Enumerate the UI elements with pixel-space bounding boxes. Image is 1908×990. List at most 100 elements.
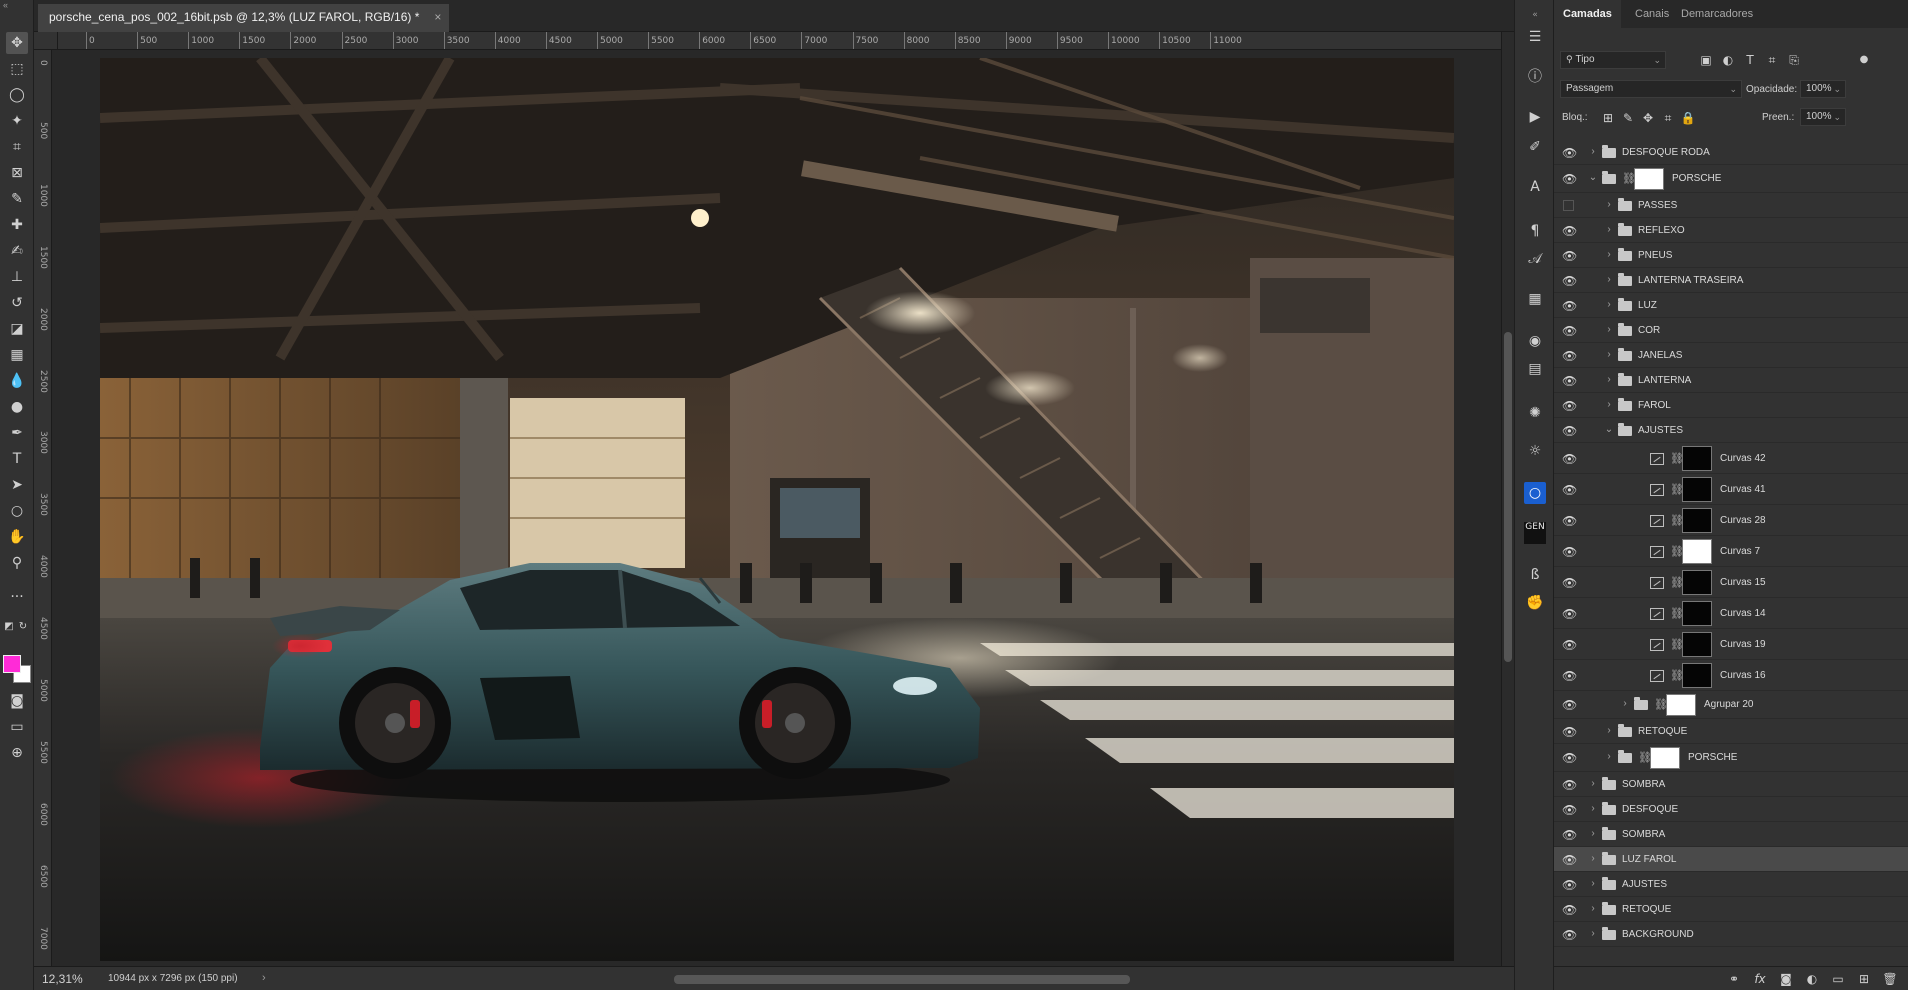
layer-row[interactable]: 👁 › LANTERNA: [1554, 368, 1908, 393]
tab-canais[interactable]: Canais: [1626, 0, 1678, 28]
visibility-eye-icon[interactable]: 👁: [1562, 904, 1577, 916]
marquee-tool-icon[interactable]: ⬚: [6, 58, 28, 80]
healing-tool-icon[interactable]: ✚: [6, 214, 28, 236]
add-mask-icon[interactable]: ◙: [1778, 971, 1794, 987]
layer-mask-thumbnail[interactable]: [1682, 632, 1712, 657]
layer-row[interactable]: 👁 › LUZ: [1554, 293, 1908, 318]
patterns-panel-icon[interactable]: ▤: [1524, 358, 1546, 380]
layer-row[interactable]: 👁 › LUZ FAROL: [1554, 847, 1908, 872]
visibility-eye-icon[interactable]: 👁: [1562, 173, 1577, 185]
default-colors-icon[interactable]: ◩: [2, 616, 16, 638]
tab-camadas[interactable]: Camadas: [1554, 0, 1621, 28]
stamp-tool-icon[interactable]: ⊥: [6, 266, 28, 288]
filter-toggle-icon[interactable]: ●: [1856, 52, 1872, 68]
visibility-eye-icon[interactable]: 👁: [1562, 929, 1577, 941]
visibility-eye-icon[interactable]: 👁: [1562, 829, 1577, 841]
layer-row[interactable]: 👁 › ⛓ PORSCHE: [1554, 744, 1908, 772]
layer-row[interactable]: 👁 ⛓ Curvas 19: [1554, 629, 1908, 660]
chevron-right-icon[interactable]: ›: [1604, 249, 1614, 260]
chevron-right-icon[interactable]: ›: [1604, 399, 1614, 410]
mask-link-icon[interactable]: ⛓: [1670, 607, 1684, 620]
visibility-eye-icon[interactable]: 👁: [1562, 425, 1577, 437]
lock-position-icon[interactable]: ✥: [1640, 110, 1656, 126]
generative-icon[interactable]: ⊕: [6, 742, 28, 764]
canvas-area[interactable]: [52, 50, 1501, 966]
chevron-right-icon[interactable]: ›: [1588, 928, 1598, 939]
plugin-gen-icon[interactable]: GEN: [1524, 522, 1546, 544]
character-panel-icon[interactable]: A: [1524, 176, 1546, 198]
visibility-eye-icon[interactable]: 👁: [1562, 225, 1577, 237]
dodge-tool-icon[interactable]: ●: [6, 396, 28, 418]
visibility-eye-icon[interactable]: 👁: [1562, 854, 1577, 866]
layer-row[interactable]: 👁 ⛓ Curvas 41: [1554, 474, 1908, 505]
visibility-eye-icon[interactable]: 👁: [1562, 546, 1577, 558]
visibility-eye-icon[interactable]: 👁: [1562, 515, 1577, 527]
screen-mode-icon[interactable]: ▭: [6, 716, 28, 738]
visibility-eye-icon[interactable]: 👁: [1562, 300, 1577, 312]
chevron-right-icon[interactable]: ›: [1620, 698, 1630, 709]
layer-mask-thumbnail[interactable]: [1682, 539, 1712, 564]
move-tool-icon[interactable]: ✥: [6, 32, 28, 54]
visibility-eye-icon[interactable]: 👁: [1562, 752, 1577, 764]
eraser-tool-icon[interactable]: ◪: [6, 318, 28, 340]
brush-tool-icon[interactable]: ✍: [6, 240, 28, 262]
layer-row[interactable]: 👁 › RETOQUE: [1554, 897, 1908, 922]
magic-wand-tool-icon[interactable]: ✦: [6, 110, 28, 132]
mask-link-icon[interactable]: ⛓: [1670, 576, 1684, 589]
lock-artboard-icon[interactable]: ⌗: [1660, 110, 1676, 126]
layer-row[interactable]: 👁 › LANTERNA TRASEIRA: [1554, 268, 1908, 293]
chevron-down-icon[interactable]: ⌄: [1604, 424, 1614, 435]
mask-link-icon[interactable]: ⛓: [1670, 483, 1684, 496]
lock-transparency-icon[interactable]: ⊞: [1600, 110, 1616, 126]
layer-mask-thumbnail[interactable]: [1650, 747, 1680, 769]
lasso-tool-icon[interactable]: ◯: [6, 84, 28, 106]
layer-row[interactable]: 👁 › ⛓ Agrupar 20: [1554, 691, 1908, 719]
layer-row[interactable]: 👁 ⌄ ⛓ PORSCHE: [1554, 165, 1908, 193]
horizontal-scroll-thumb[interactable]: [674, 975, 1130, 984]
filter-type-icon[interactable]: T: [1742, 52, 1758, 68]
layer-mask-thumbnail[interactable]: [1682, 477, 1712, 502]
properties-panel-icon[interactable]: ◉: [1524, 330, 1546, 352]
layer-row[interactable]: 👁 ⛓ Curvas 14: [1554, 598, 1908, 629]
frame-tool-icon[interactable]: ⊠: [6, 162, 28, 184]
lock-all-icon[interactable]: 🔒: [1680, 110, 1696, 126]
zoom-level[interactable]: 12,31%: [42, 972, 83, 986]
layer-mask-thumbnail[interactable]: [1682, 570, 1712, 595]
blend-mode-select[interactable]: Passagem ⌄: [1560, 80, 1742, 98]
chevron-right-icon[interactable]: ›: [1604, 224, 1614, 235]
layer-row[interactable]: 👁 › PNEUS: [1554, 243, 1908, 268]
mask-link-icon[interactable]: ⛓: [1670, 452, 1684, 465]
horizontal-ruler[interactable]: 0 500 1000 1500 2000 2500 3000 3500 4000 4500 5000…: [58, 32, 1501, 50]
visibility-eye-icon[interactable]: 👁: [1562, 484, 1577, 496]
chevron-right-icon[interactable]: ›: [1588, 903, 1598, 914]
history-brush-tool-icon[interactable]: ↺: [6, 292, 28, 314]
chevron-right-icon[interactable]: ›: [1588, 828, 1598, 839]
visibility-eye-icon[interactable]: 👁: [1562, 250, 1577, 262]
delete-layer-icon[interactable]: 🗑: [1882, 971, 1898, 987]
chevron-right-icon[interactable]: ›: [1588, 853, 1598, 864]
layer-row[interactable]: 👁 ⛓ Curvas 16: [1554, 660, 1908, 691]
visibility-eye-icon[interactable]: 👁: [1562, 325, 1577, 337]
chevron-right-icon[interactable]: ›: [1604, 751, 1614, 762]
paragraph-panel-icon[interactable]: ¶: [1524, 220, 1546, 242]
mask-link-icon[interactable]: ⛓: [1638, 751, 1652, 764]
glyphs-panel-icon[interactable]: 𝒜: [1524, 248, 1546, 270]
visibility-eye-icon[interactable]: 👁: [1562, 670, 1577, 682]
status-menu-arrow-icon[interactable]: ›: [262, 972, 266, 984]
layer-row[interactable]: › PASSES: [1554, 193, 1908, 218]
actions-panel-icon[interactable]: ▶: [1524, 106, 1546, 128]
hand-tool-icon[interactable]: ✋: [6, 526, 28, 548]
vertical-scroll-thumb[interactable]: [1504, 332, 1512, 662]
layer-row[interactable]: 👁 ⌄ AJUSTES: [1554, 418, 1908, 443]
vertical-scrollbar[interactable]: [1501, 32, 1514, 966]
crop-tool-icon[interactable]: ⌗: [6, 136, 28, 158]
mask-link-icon[interactable]: ⛓: [1670, 638, 1684, 651]
visibility-eye-icon[interactable]: 👁: [1562, 275, 1577, 287]
info-panel-icon[interactable]: ⓘ: [1524, 66, 1546, 88]
adjustments-panel-icon[interactable]: ☰: [1524, 26, 1546, 48]
layer-row[interactable]: 👁 › BACKGROUND: [1554, 922, 1908, 947]
visibility-eye-icon[interactable]: 👁: [1562, 453, 1577, 465]
layer-filter-select[interactable]: ⚲ Tipo ⌄: [1560, 51, 1666, 69]
layer-style-icon[interactable]: fx: [1752, 971, 1768, 987]
layer-mask-thumbnail[interactable]: [1666, 694, 1696, 716]
